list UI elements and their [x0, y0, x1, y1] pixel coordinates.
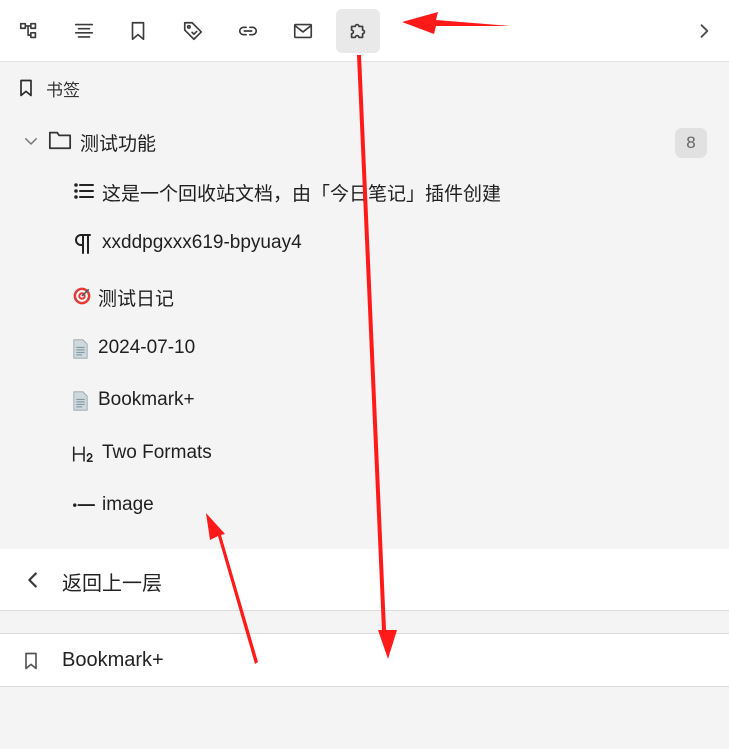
list-item[interactable]: 测试日记 [0, 271, 729, 321]
heading-2-icon [72, 442, 96, 466]
document-icon [72, 337, 96, 361]
puzzle-icon [350, 23, 366, 39]
link-button[interactable] [226, 9, 270, 53]
mail-button[interactable] [281, 9, 325, 53]
bookmark-icon [20, 79, 32, 97]
bookmark-plus-item[interactable]: Bookmark+ [0, 633, 729, 687]
item-label: xxddpgxxx619-bpyuay4 [102, 232, 302, 253]
chevron-left-icon [28, 572, 37, 588]
item-label: 测试日记 [98, 289, 175, 310]
more-toolbar-button[interactable] [689, 16, 719, 46]
top-toolbar [0, 0, 729, 62]
tag-icon [183, 21, 203, 41]
list-icon [72, 179, 96, 203]
mail-icon [293, 23, 313, 39]
item-label: 2024-07-10 [98, 337, 196, 358]
document-icon [72, 389, 96, 413]
outline-button[interactable] [7, 9, 51, 53]
back-label: 返回上一层 [62, 573, 162, 595]
list-item-icon [72, 494, 96, 518]
plugin-button[interactable] [336, 9, 380, 53]
chevron-down-icon[interactable] [22, 132, 40, 155]
list-item[interactable]: 2024-07-10 [0, 324, 729, 374]
item-label: Two Formats [102, 442, 212, 463]
tag-button[interactable] [171, 9, 215, 53]
link-icon [238, 26, 258, 36]
folder-icon [48, 129, 72, 156]
item-label: 这是一个回收站文档，由「今日笔记」插件创建 [102, 184, 502, 205]
list-item[interactable]: xxddpgxxx619-bpyuay4 [0, 219, 729, 269]
count-badge: 8 [675, 128, 707, 158]
target-emoji-icon [72, 284, 96, 308]
outline-tree-icon [19, 22, 37, 39]
panel-title: 书签 [46, 80, 80, 100]
chevron-right-icon [700, 24, 709, 38]
bookmark-icon [25, 652, 37, 670]
item-label: image [102, 494, 154, 515]
back-button[interactable]: 返回上一层 [0, 549, 729, 611]
list-item[interactable]: 这是一个回收站文档，由「今日笔记」插件创建 [0, 166, 729, 216]
bookmark-panel-header: 书签 [0, 62, 729, 114]
bookmark-icon [131, 21, 145, 41]
list-item[interactable]: image [0, 481, 729, 531]
align-button[interactable] [62, 9, 106, 53]
divider [0, 611, 729, 633]
list-item[interactable]: Two Formats [0, 429, 729, 479]
align-center-icon [74, 23, 94, 38]
bookmark-group[interactable]: 测试功能 8 [0, 116, 729, 166]
list-item[interactable]: Bookmark+ [0, 376, 729, 426]
pilcrow-icon [72, 232, 96, 256]
bookmark-plus-label: Bookmark+ [62, 649, 164, 671]
group-label: 测试功能 [80, 134, 157, 155]
bookmark-button[interactable] [116, 9, 160, 53]
item-label: Bookmark+ [98, 389, 195, 410]
